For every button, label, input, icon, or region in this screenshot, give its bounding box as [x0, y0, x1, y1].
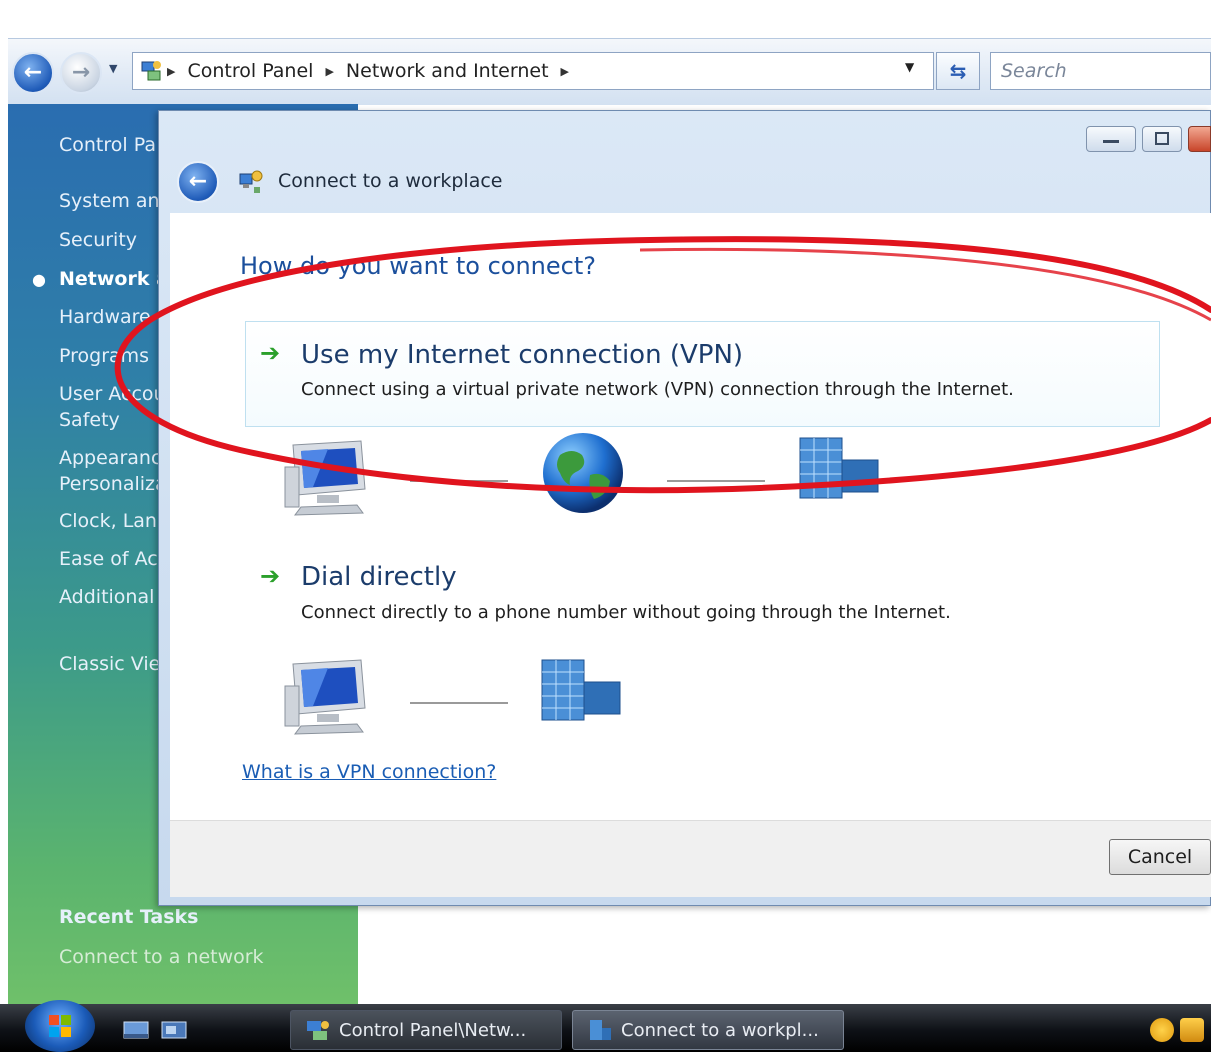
green-arrow-icon: ➔ — [260, 562, 281, 590]
recent-tasks-heading: Recent Tasks — [59, 906, 199, 928]
current-category-bullet-icon: ● — [32, 270, 46, 289]
breadcrumb-network-and-internet[interactable]: Network and Internet — [346, 60, 549, 82]
tray-network-icon[interactable] — [1180, 1018, 1204, 1042]
dial-option-description[interactable]: Connect directly to a phone number witho… — [301, 602, 951, 623]
computer-icon — [283, 437, 373, 517]
connection-line — [667, 480, 765, 482]
vpn-help-link[interactable]: What is a VPN connection? — [242, 761, 496, 783]
workplace-server-icon — [538, 658, 628, 722]
task-pane-link[interactable]: Programs — [59, 345, 149, 367]
connection-line — [410, 702, 508, 704]
recent-pages-dropdown-icon[interactable]: ▼ — [109, 62, 117, 75]
taskbar-button-label: Control Panel\Netw... — [339, 1019, 527, 1041]
task-pane-link[interactable]: Clock, Lan — [59, 510, 157, 532]
address-history-dropdown-icon[interactable]: ▼ — [905, 60, 914, 74]
taskbar-button-label: Connect to a workpl... — [621, 1019, 819, 1041]
refresh-icon: ⇆ — [949, 59, 967, 83]
show-desktop-icon[interactable] — [122, 1018, 150, 1042]
vpn-option-title: Use my Internet connection (VPN) — [301, 340, 744, 370]
taskbar-connect-workplace-button[interactable]: Connect to a workpl... — [572, 1010, 844, 1050]
address-bar[interactable]: ▶ Control Panel ▶ Network and Internet ▶ — [132, 52, 934, 90]
breadcrumb-control-panel[interactable]: Control Panel — [187, 60, 313, 82]
breadcrumb-separator-icon[interactable]: ▶ — [325, 65, 333, 78]
vpn-option-description: Connect using a virtual private network … — [301, 379, 1014, 400]
start-button[interactable] — [25, 1000, 95, 1052]
task-pane-link[interactable]: Classic Vie — [59, 653, 160, 675]
screen-top-strip — [0, 0, 1211, 38]
cancel-button[interactable]: Cancel — [1109, 839, 1211, 875]
switch-windows-icon[interactable] — [160, 1018, 188, 1042]
task-pane-link[interactable]: Hardware a — [59, 306, 168, 328]
recent-task-link[interactable]: Connect to a network — [59, 946, 264, 968]
task-pane-link[interactable]: User Accou — [59, 383, 166, 405]
task-pane-link[interactable]: Safety — [59, 409, 120, 431]
taskbar-control-panel-button[interactable]: Control Panel\Netw... — [290, 1010, 562, 1050]
tray-notification-icon[interactable] — [1150, 1018, 1174, 1042]
breadcrumb-separator-icon[interactable]: ▶ — [561, 65, 569, 78]
task-pane-link[interactable]: System and — [59, 190, 172, 212]
maximize-button[interactable] — [1142, 126, 1182, 152]
dialog-title: Connect to a workplace — [278, 170, 503, 192]
green-arrow-icon: ➔ — [260, 339, 281, 367]
forward-arrow-icon: → — [71, 60, 91, 85]
close-button[interactable] — [1188, 126, 1211, 152]
control-panel-icon — [139, 59, 163, 83]
task-pane-link[interactable]: Ease of Acc — [59, 548, 168, 570]
dialog-back-button[interactable]: ← — [177, 161, 219, 203]
back-button[interactable]: ← — [12, 52, 54, 94]
connection-question-heading: How do you want to connect? — [240, 252, 596, 280]
workplace-server-icon — [587, 1018, 613, 1042]
control-panel-icon — [305, 1018, 331, 1042]
workplace-server-icon — [796, 436, 886, 500]
breadcrumb-separator-icon[interactable]: ▶ — [167, 65, 175, 78]
task-pane-link[interactable]: Network a — [59, 268, 169, 290]
task-pane-link[interactable]: Personaliza — [59, 473, 167, 495]
minimize-button[interactable] — [1086, 126, 1136, 152]
task-pane-link[interactable]: Security — [59, 229, 137, 251]
internet-globe-icon — [540, 430, 626, 516]
task-pane-link[interactable]: Additional — [59, 586, 154, 608]
vpn-option-button[interactable] — [245, 321, 1160, 427]
dial-option-title[interactable]: Dial directly — [301, 562, 457, 592]
back-arrow-icon: ← — [23, 60, 43, 85]
connection-line — [410, 480, 508, 482]
search-input[interactable]: Search — [990, 52, 1211, 90]
network-wizard-icon — [237, 168, 265, 196]
back-arrow-icon: ← — [188, 169, 208, 194]
dialog-footer — [170, 820, 1211, 897]
windows-logo-icon — [49, 1015, 71, 1037]
refresh-button[interactable]: ⇆ — [936, 52, 980, 90]
task-pane-link[interactable]: Control Pa — [59, 134, 156, 156]
task-pane-link[interactable]: Appearance — [59, 447, 173, 469]
computer-icon — [283, 656, 373, 736]
maximize-icon — [1155, 132, 1169, 145]
forward-button[interactable]: → — [60, 52, 102, 94]
minimize-icon — [1103, 140, 1119, 143]
